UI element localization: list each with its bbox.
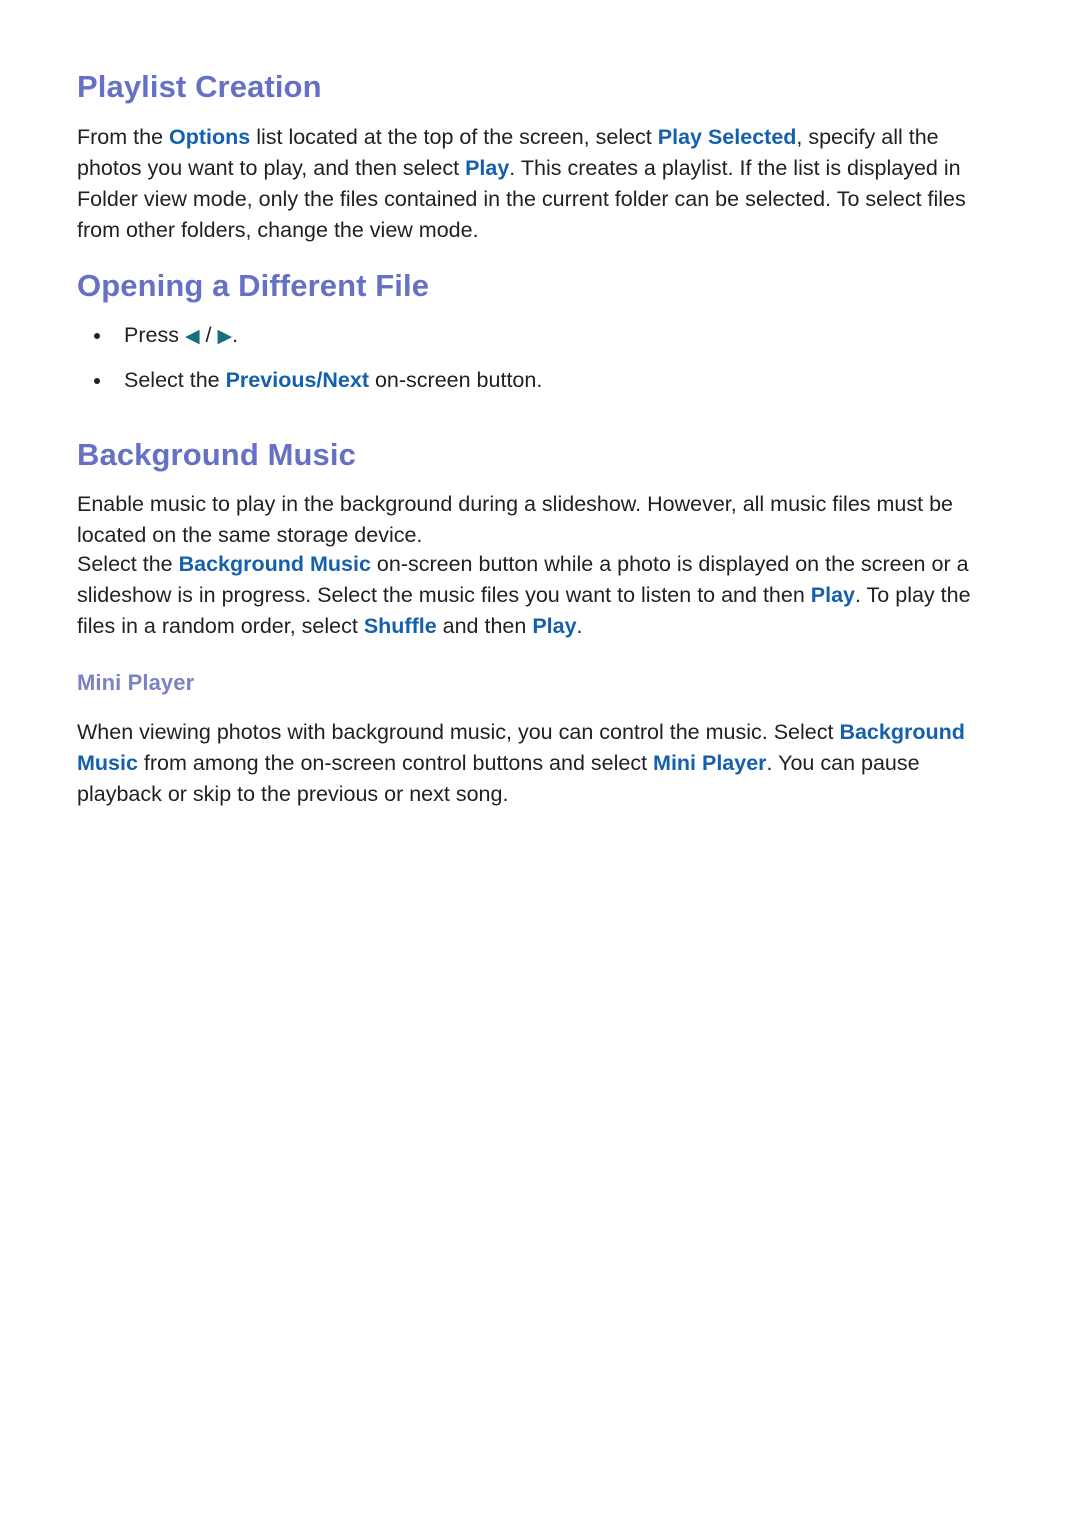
inline-term-play-selected: Play Selected — [657, 125, 797, 149]
text-fragment: from among the on-screen control buttons… — [137, 751, 654, 775]
inline-term-mini-player: Mini Player — [653, 751, 767, 775]
text-fragment: Press — [124, 323, 185, 347]
arrow-left-icon: ◀ — [184, 326, 200, 347]
inline-term-play: Play — [532, 614, 577, 638]
text-fragment: . — [576, 614, 583, 638]
subsection-heading-mini-player: Mini Player — [77, 670, 195, 695]
text-fragment: / — [199, 323, 218, 347]
text-fragment: list located at the top of the screen, s… — [250, 125, 658, 149]
text-fragment: Select the — [124, 368, 226, 392]
section-heading-opening-a-different-file: Opening a Different File — [77, 268, 430, 303]
section-heading-playlist-creation: Playlist Creation — [77, 69, 322, 104]
text-fragment: From the — [77, 125, 169, 149]
text-fragment: When viewing photos with background musi… — [77, 720, 840, 744]
text-fragment: Select the — [77, 552, 179, 576]
inline-term-play: Play — [810, 583, 855, 607]
inline-term-play: Play — [465, 156, 510, 180]
document-page: Playlist Creation From the Options list … — [0, 0, 1080, 1527]
inline-term-previous-next: Previous/Next — [225, 368, 369, 392]
section-heading-background-music: Background Music — [77, 437, 356, 472]
paragraph-background-music-intro: Enable music to play in the background d… — [77, 492, 953, 547]
paragraph-background-music-usage: Select the Background Music on-screen bu… — [77, 549, 1007, 642]
text-fragment: . — [232, 323, 239, 347]
inline-term-options: Options — [169, 125, 251, 149]
paragraph-mini-player: When viewing photos with background musi… — [77, 717, 1007, 810]
bullet-list-opening-file: Press ◀ / ▶. Select the Previous/Next on… — [77, 320, 1007, 396]
inline-term-shuffle: Shuffle — [363, 614, 437, 638]
list-item: Press ◀ / ▶. — [77, 320, 1007, 352]
text-fragment: on-screen button. — [369, 368, 543, 392]
text-fragment: and then — [436, 614, 533, 638]
inline-term-background-music: Background Music — [178, 552, 371, 576]
arrow-right-icon: ▶ — [217, 326, 233, 347]
paragraph-playlist-creation: From the Options list located at the top… — [77, 122, 1007, 246]
list-item: Select the Previous/Next on-screen butto… — [77, 365, 1007, 396]
